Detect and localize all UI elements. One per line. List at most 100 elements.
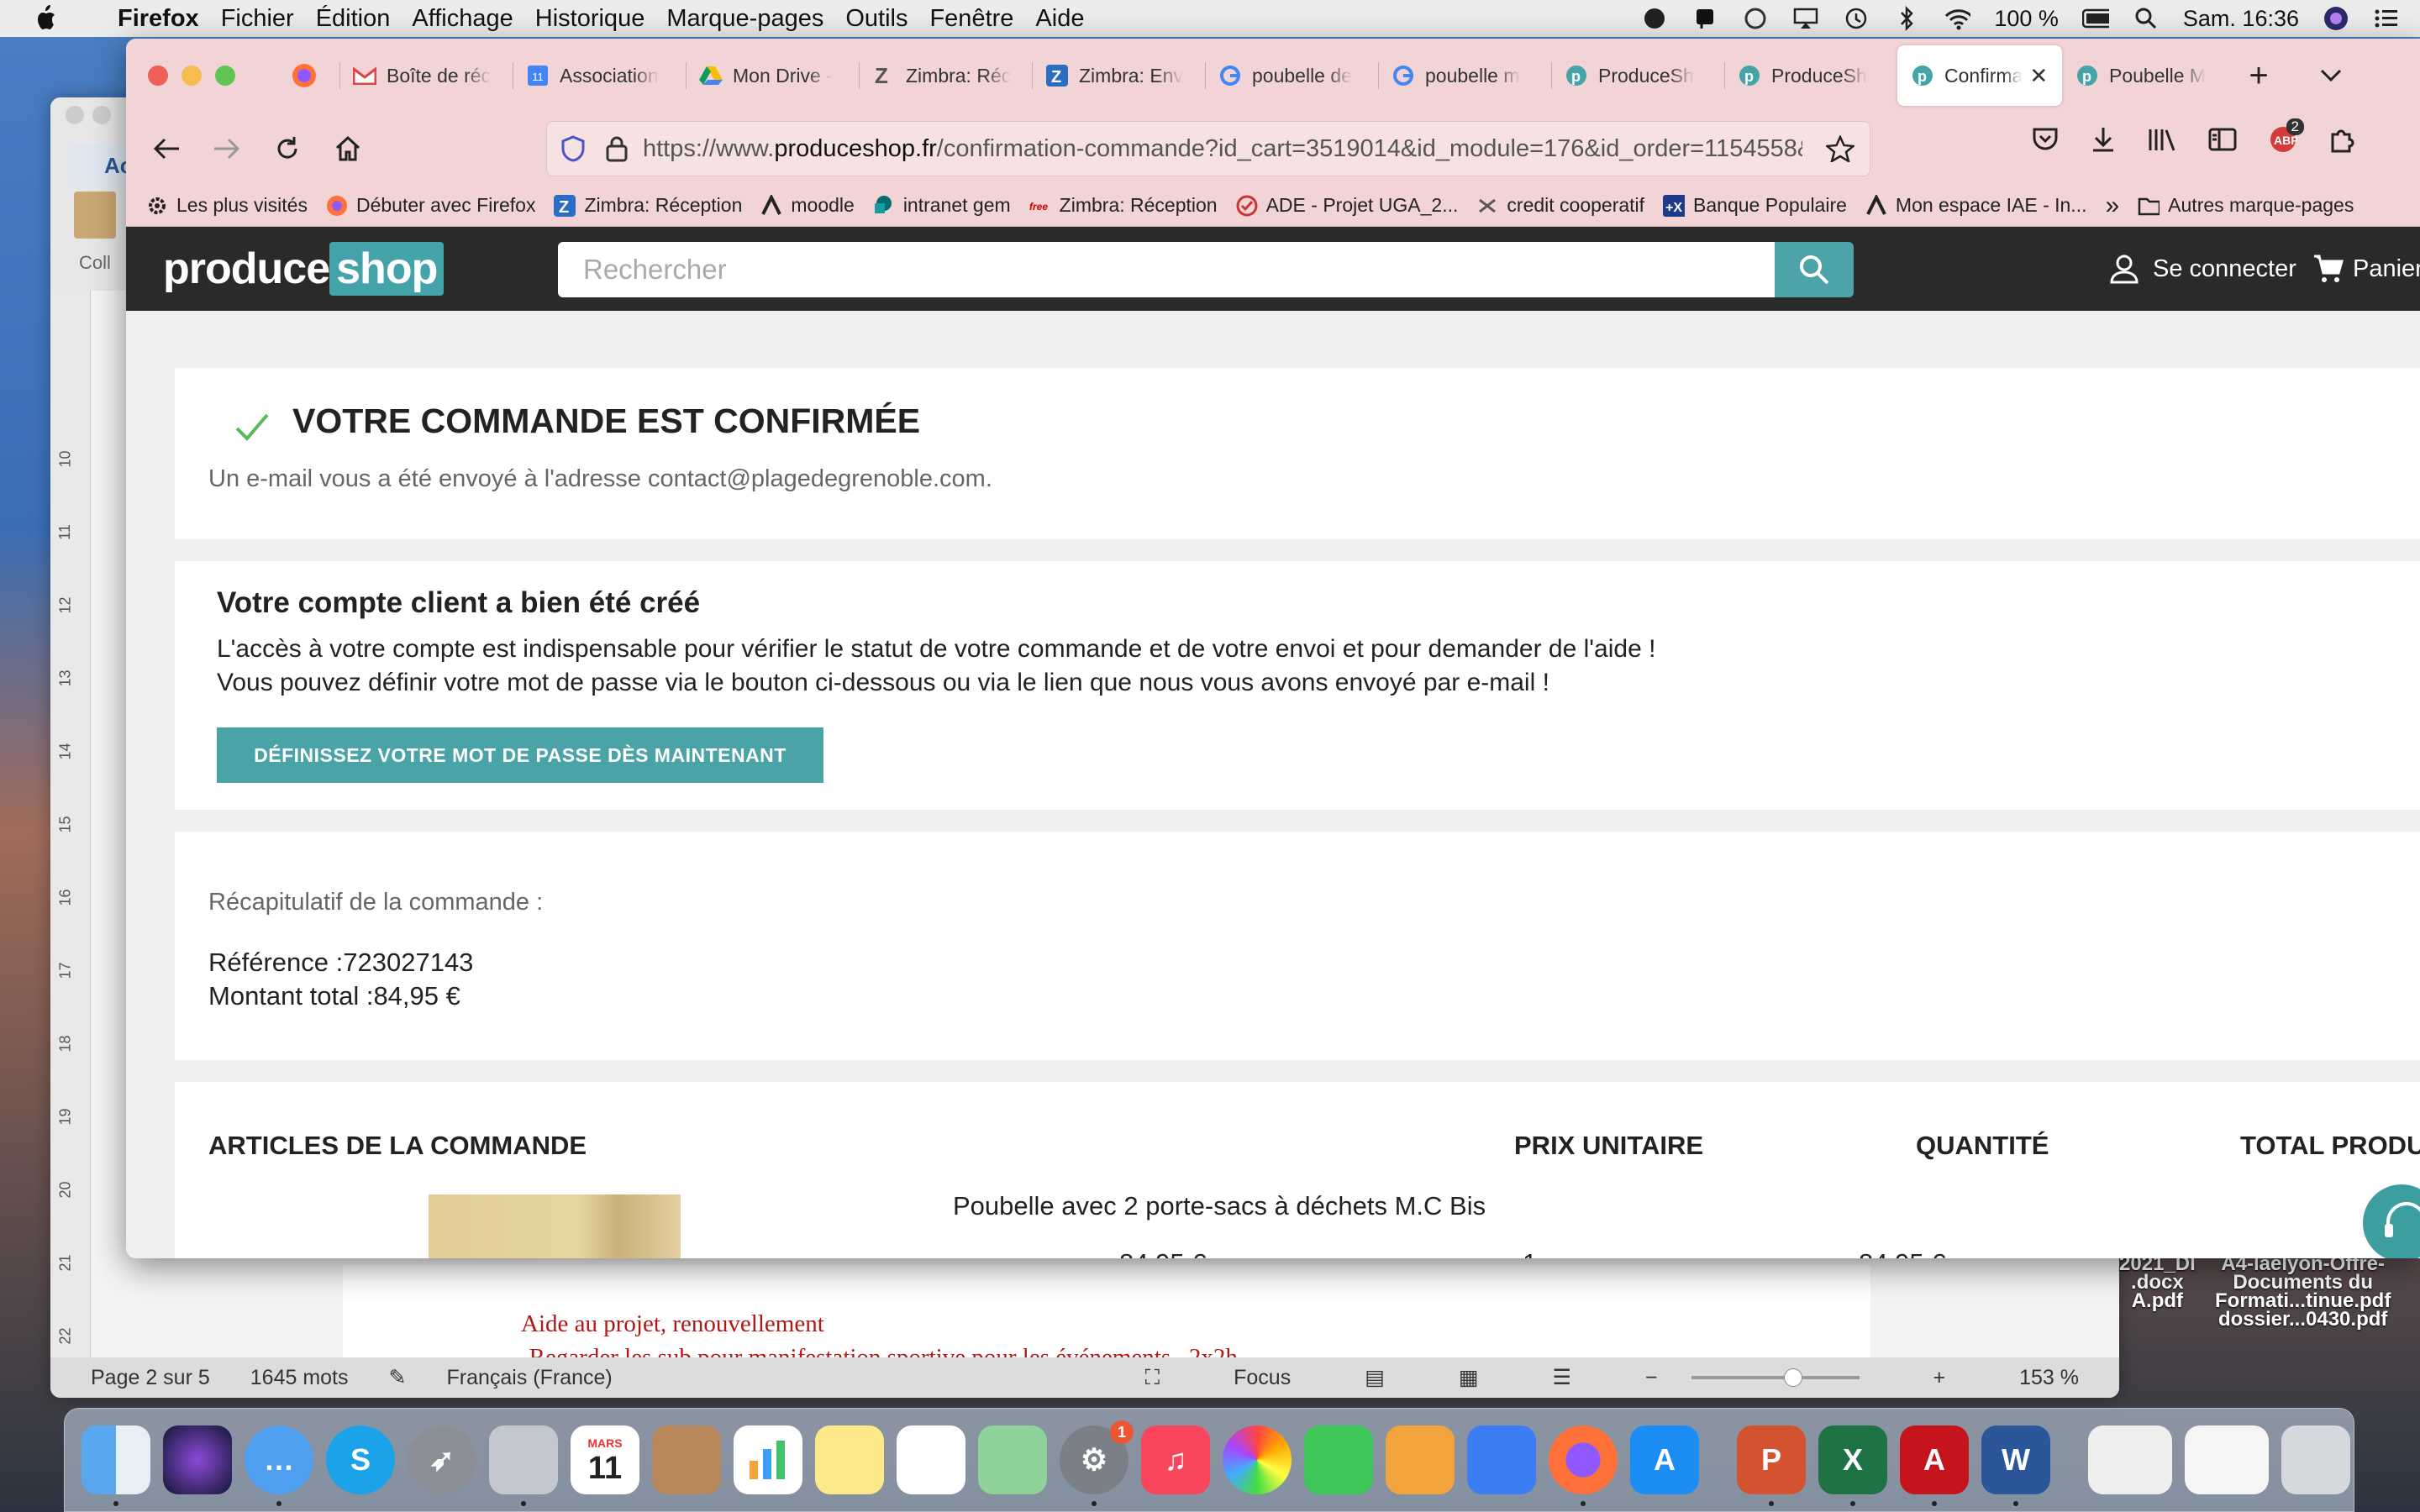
- window-zoom-button[interactable]: [215, 66, 235, 86]
- product-image[interactable]: [429, 1194, 681, 1258]
- desktop-file-icon[interactable]: A4-laelyon-Offre- Documents du Formati..…: [2215, 1254, 2391, 1330]
- zoom-in-button[interactable]: +: [1933, 1366, 1946, 1390]
- flag-icon[interactable]: [1691, 5, 1718, 32]
- tab-produceshop-1[interactable]: p ProduceSh: [1551, 45, 1724, 106]
- bookmarks-overflow-chevron-icon[interactable]: »: [2105, 192, 2119, 220]
- spotlight-search-icon[interactable]: [2133, 5, 2160, 32]
- bookmark-moodle[interactable]: moodle: [760, 194, 855, 217]
- search-button[interactable]: [1775, 242, 1854, 297]
- lock-icon[interactable]: [606, 135, 628, 162]
- menu-marque-pages[interactable]: Marque-pages: [666, 5, 823, 33]
- zoom-level[interactable]: 153 %: [2019, 1366, 2079, 1390]
- bookmark-other-bookmarks[interactable]: Autres marque-pages: [2138, 194, 2354, 217]
- menu-edition[interactable]: Édition: [316, 5, 391, 33]
- bookmark-zimbra-1[interactable]: Z Zimbra: Réception: [554, 194, 742, 217]
- bookmark-credit-cooperatif[interactable]: credit cooperatif: [1476, 194, 1644, 217]
- login-link[interactable]: Se connecter: [2109, 244, 2296, 294]
- wifi-icon[interactable]: [1944, 5, 1971, 32]
- pocket-icon[interactable]: [2032, 127, 2059, 152]
- tab-google-poubelle-m[interactable]: poubelle m: [1378, 45, 1551, 106]
- launchpad-icon[interactable]: ➶: [408, 1425, 476, 1494]
- product-name[interactable]: Poubelle avec 2 porte-sacs à déchets M.C…: [953, 1191, 1486, 1221]
- app-store-icon[interactable]: A: [1630, 1425, 1699, 1494]
- tab-confirmation-active[interactable]: p Confirma ✕: [1897, 45, 2062, 106]
- menu-fichier[interactable]: Fichier: [221, 5, 294, 33]
- word-minimize-button[interactable]: [92, 106, 111, 124]
- reminders-icon[interactable]: [897, 1425, 965, 1494]
- siri-icon[interactable]: [163, 1425, 232, 1494]
- contacts-icon[interactable]: [652, 1425, 721, 1494]
- zoom-slider[interactable]: [1691, 1368, 1860, 1387]
- zoom-out-button[interactable]: −: [1645, 1366, 1658, 1390]
- vpn-icon[interactable]: [1742, 5, 1769, 32]
- system-preferences-icon[interactable]: ⚙ 1: [1060, 1420, 1134, 1506]
- tab-zimbra-envoye[interactable]: Z Zimbra: Env: [1032, 45, 1205, 106]
- menu-app-name[interactable]: Firefox: [118, 5, 199, 33]
- pages-icon[interactable]: [1386, 1425, 1455, 1494]
- bluetooth-icon[interactable]: [1893, 5, 1920, 32]
- forward-button[interactable]: [203, 125, 250, 172]
- tab-association[interactable]: 11 Association: [513, 45, 686, 106]
- skype-icon[interactable]: S: [326, 1425, 395, 1494]
- tracking-protection-shield-icon[interactable]: [560, 135, 586, 162]
- recent-document-thumbnail[interactable]: [2088, 1425, 2172, 1494]
- print-layout-icon[interactable]: ▤: [1365, 1365, 1385, 1390]
- battery-icon[interactable]: [2081, 5, 2109, 32]
- web-layout-icon[interactable]: ▦: [1459, 1365, 1479, 1390]
- powerpoint-icon[interactable]: P: [1737, 1425, 1806, 1506]
- messages-icon[interactable]: …: [245, 1425, 313, 1506]
- bookmark-most-visited[interactable]: Les plus visités: [146, 194, 308, 217]
- bookmark-zimbra-free[interactable]: free Zimbra: Réception: [1029, 194, 1218, 217]
- sidebar-icon[interactable]: [2208, 128, 2237, 151]
- status-extension-icon[interactable]: [1641, 5, 1668, 32]
- excel-icon[interactable]: X: [1818, 1425, 1887, 1506]
- proofing-icon[interactable]: ✎: [389, 1365, 407, 1390]
- extensions-puzzle-icon[interactable]: [2329, 126, 2356, 153]
- list-all-tabs-icon[interactable]: [2307, 69, 2354, 82]
- clock[interactable]: Sam. 16:36: [2183, 6, 2299, 32]
- search-input[interactable]: Rechercher: [558, 242, 1776, 297]
- back-button[interactable]: [143, 125, 190, 172]
- home-button[interactable]: [324, 125, 371, 172]
- notification-center-icon[interactable]: [2373, 5, 2400, 32]
- airplay-icon[interactable]: [1792, 5, 1819, 32]
- finder-icon[interactable]: [82, 1425, 150, 1506]
- tab-produceshop-2[interactable]: p ProduceSh: [1724, 45, 1897, 106]
- focus-icon[interactable]: ⛶: [1145, 1366, 1160, 1390]
- menu-fenetre[interactable]: Fenêtre: [929, 5, 1013, 33]
- bookmark-iae[interactable]: Mon espace IAE - In...: [1865, 194, 2086, 217]
- page-count[interactable]: Page 2 sur 5: [91, 1366, 210, 1390]
- recent-document-thumbnail[interactable]: [2185, 1425, 2269, 1494]
- siri-icon[interactable]: [2323, 5, 2349, 32]
- battery-percentage[interactable]: 100 %: [1994, 6, 2059, 32]
- word-close-button[interactable]: [66, 106, 84, 124]
- facetime-icon[interactable]: [1304, 1425, 1373, 1494]
- tab-gmail[interactable]: Boîte de réc: [339, 45, 513, 106]
- adblock-extension-icon[interactable]: ABP 2: [2269, 118, 2304, 154]
- tab-drive[interactable]: Mon Drive -: [686, 45, 859, 106]
- tab-zimbra-reception[interactable]: Z Zimbra: Réc: [859, 45, 1032, 106]
- firefox-view-icon[interactable]: [269, 62, 339, 89]
- menu-affichage[interactable]: Affichage: [412, 5, 513, 33]
- new-tab-button[interactable]: +: [2235, 57, 2282, 95]
- bookmark-ade[interactable]: ADE - Projet UGA_2...: [1236, 194, 1458, 217]
- library-icon[interactable]: [2148, 127, 2176, 152]
- music-icon[interactable]: ♫: [1141, 1425, 1210, 1494]
- menu-aide[interactable]: Aide: [1035, 5, 1084, 33]
- apple-menu-icon[interactable]: [34, 3, 60, 34]
- tab-close-icon[interactable]: ✕: [2029, 63, 2048, 89]
- url-text[interactable]: https://www.produceshop.fr/confirmation-…: [643, 135, 1802, 163]
- zoom-slider-handle[interactable]: [1783, 1368, 1802, 1387]
- bookmark-debuter-firefox[interactable]: Débuter avec Firefox: [326, 194, 535, 217]
- calendar-icon[interactable]: MARS 11: [571, 1425, 639, 1494]
- window-minimize-button[interactable]: [182, 66, 202, 86]
- reload-button[interactable]: [264, 125, 311, 172]
- bookmark-star-icon[interactable]: [1826, 135, 1854, 162]
- set-password-button[interactable]: DÉFINISSEZ VOTRE MOT DE PASSE DÈS MAINTE…: [217, 727, 823, 783]
- maps-icon[interactable]: [978, 1425, 1047, 1494]
- menu-historique[interactable]: Historique: [535, 5, 645, 33]
- firefox-icon[interactable]: [1549, 1425, 1618, 1506]
- paste-icon[interactable]: [74, 192, 116, 239]
- desktop-file-icon[interactable]: 2021_Dl .docx A.pdf: [2119, 1254, 2196, 1311]
- trash-icon[interactable]: [2281, 1425, 2350, 1494]
